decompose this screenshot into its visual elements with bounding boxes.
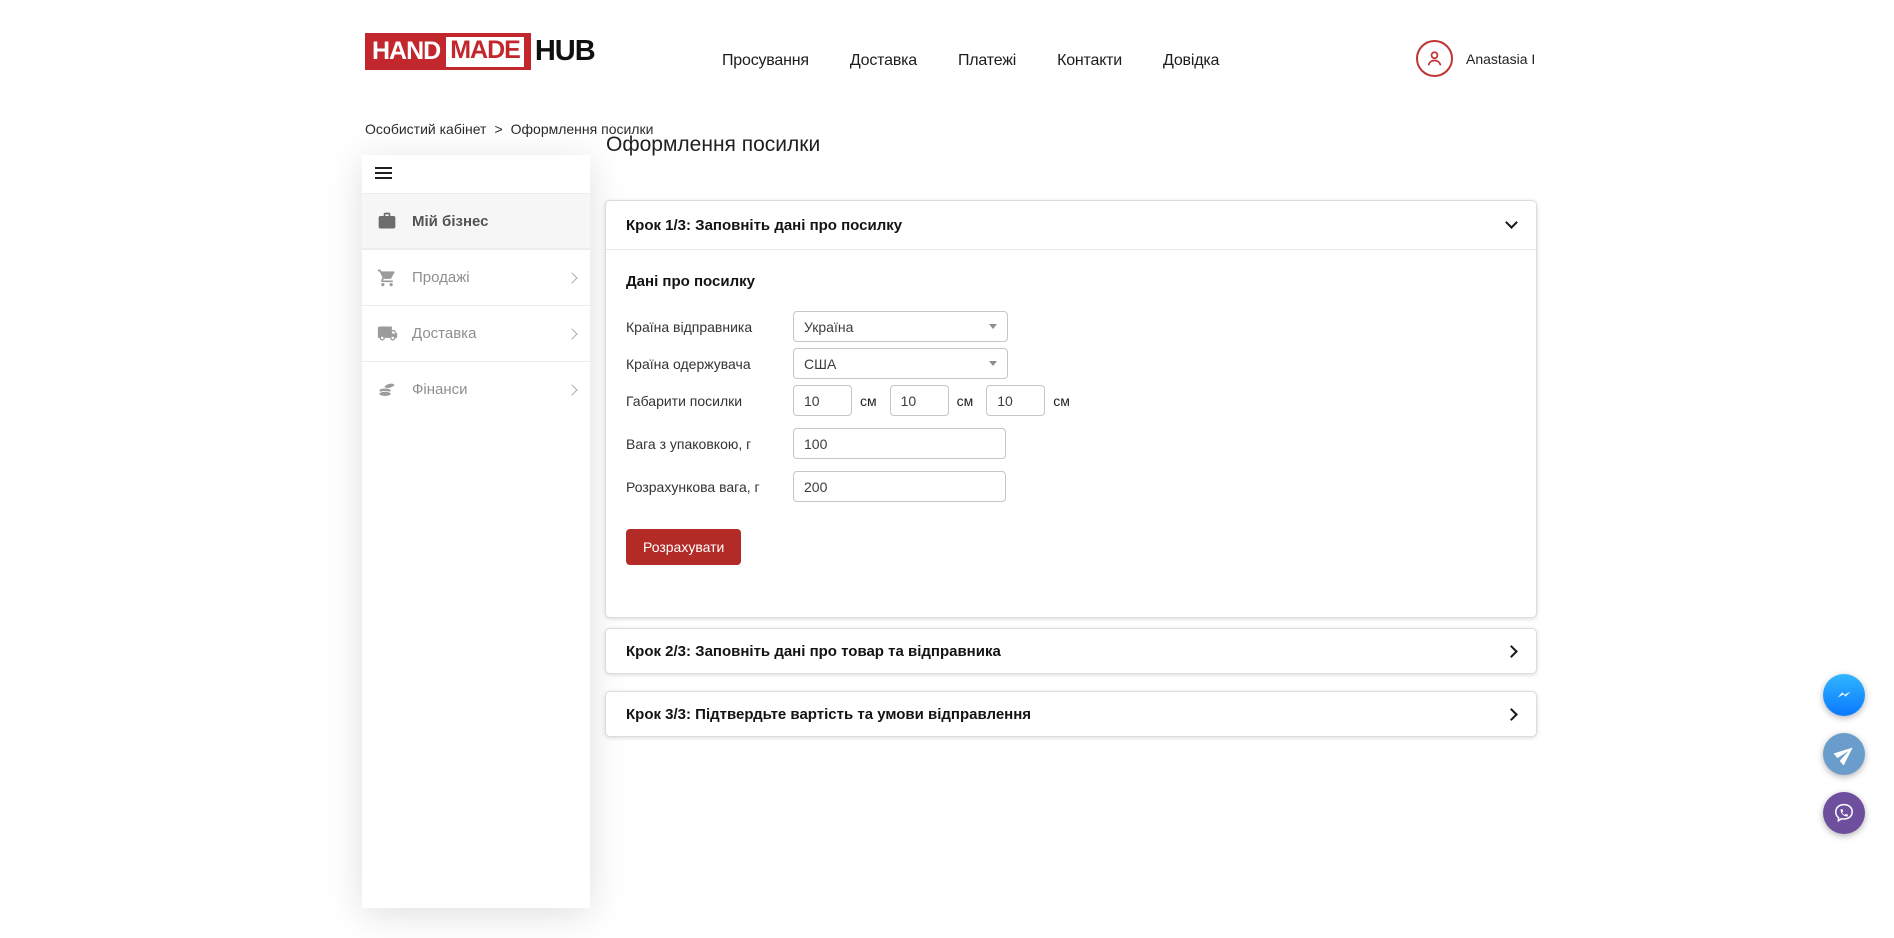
dimension-height-input[interactable] <box>986 385 1045 416</box>
sidebar-item-delivery[interactable]: Доставка <box>362 305 590 361</box>
calculated-weight-label: Розрахункова вага, г <box>626 479 793 495</box>
coins-icon <box>376 379 398 401</box>
dimensions-row: Габарити посилки см см см <box>626 385 1516 416</box>
sidebar-item-my-business[interactable]: Мій бізнес <box>362 193 590 249</box>
parcel-data-heading: Дані про посилку <box>626 273 1516 290</box>
logo-hand-text: HAND <box>372 37 440 66</box>
telegram-button[interactable] <box>1823 733 1865 775</box>
person-icon <box>1424 48 1445 69</box>
user-account[interactable]: Anastasia I <box>1416 40 1535 77</box>
packed-weight-label: Вага з упаковкою, г <box>626 436 793 452</box>
nav-item-payments[interactable]: Платежі <box>958 52 1016 70</box>
chevron-right-icon <box>566 328 577 339</box>
sender-country-label: Країна відправника <box>626 319 793 335</box>
calculate-button[interactable]: Розрахувати <box>626 529 741 565</box>
chevron-right-icon <box>566 384 577 395</box>
step1-accordion-header[interactable]: Крок 1/3: Заповніть дані про посилку <box>606 201 1536 250</box>
unit-cm: см <box>1053 393 1070 409</box>
avatar <box>1416 40 1453 77</box>
logo-made-box: MADE <box>446 37 524 67</box>
logo-hub-text: HUB <box>535 35 595 68</box>
briefcase-icon <box>376 210 398 232</box>
dimensions-label: Габарити посилки <box>626 393 793 409</box>
step3-card: Крок 3/3: Підтвердьте вартість та умови … <box>605 691 1537 737</box>
step2-accordion-header[interactable]: Крок 2/3: Заповніть дані про товар та ві… <box>606 629 1536 673</box>
recipient-country-row: Країна одержувача США <box>626 348 1516 379</box>
hamburger-menu-icon[interactable] <box>375 167 392 182</box>
chevron-right-icon <box>1505 708 1518 721</box>
dropdown-arrow-icon <box>989 361 997 366</box>
recipient-country-select[interactable]: США <box>793 348 1008 379</box>
step1-title: Крок 1/3: Заповніть дані про посилку <box>626 217 902 234</box>
breadcrumb-home[interactable]: Особистий кабінет <box>365 121 486 137</box>
dimension-width-input[interactable] <box>890 385 949 416</box>
nav-item-delivery[interactable]: Доставка <box>850 52 917 70</box>
step3-title: Крок 3/3: Підтвердьте вартість та умови … <box>626 706 1031 723</box>
calculated-weight-row: Розрахункова вага, г <box>626 471 1516 502</box>
main-nav: Просування Доставка Платежі Контакти Дов… <box>722 52 1219 70</box>
viber-button[interactable] <box>1823 792 1865 834</box>
nav-item-contacts[interactable]: Контакти <box>1057 52 1122 70</box>
sidebar-item-label: Мій бізнес <box>412 213 489 230</box>
page-title: Оформлення посилки <box>606 133 820 157</box>
sidebar-menu: Мій бізнес Продажі Доставка <box>362 193 590 417</box>
nav-item-help[interactable]: Довідка <box>1163 52 1219 70</box>
sidebar-item-label: Доставка <box>412 325 476 342</box>
chevron-down-icon <box>1505 216 1518 229</box>
messenger-icon <box>1833 684 1855 706</box>
unit-cm: см <box>860 393 877 409</box>
telegram-icon <box>1830 739 1860 769</box>
sidebar-item-sales[interactable]: Продажі <box>362 249 590 305</box>
dimension-length-input[interactable] <box>793 385 852 416</box>
sender-country-row: Країна відправника Україна <box>626 311 1516 342</box>
cart-icon <box>376 267 398 289</box>
step2-title: Крок 2/3: Заповніть дані про товар та ві… <box>626 643 1001 660</box>
viber-icon <box>1832 801 1856 825</box>
step3-accordion-header[interactable]: Крок 3/3: Підтвердьте вартість та умови … <box>606 692 1536 736</box>
recipient-country-label: Країна одержувача <box>626 356 793 372</box>
chevron-right-icon <box>1505 645 1518 658</box>
user-name: Anastasia I <box>1466 51 1535 67</box>
packed-weight-row: Вага з упаковкою, г <box>626 428 1516 459</box>
packed-weight-input[interactable] <box>793 428 1006 459</box>
sidebar-item-label: Продажі <box>412 269 470 286</box>
handmade-hub-logo[interactable]: HAND MADE HUB <box>365 33 595 70</box>
step2-card: Крок 2/3: Заповніть дані про товар та ві… <box>605 628 1537 674</box>
truck-icon <box>376 323 398 345</box>
calculated-weight-input[interactable] <box>793 471 1006 502</box>
chevron-right-icon <box>566 272 577 283</box>
step1-card: Крок 1/3: Заповніть дані про посилку Дан… <box>605 200 1537 618</box>
messenger-button[interactable] <box>1823 674 1865 716</box>
dropdown-arrow-icon <box>989 324 997 329</box>
recipient-country-value: США <box>804 356 836 372</box>
sidebar-item-finances[interactable]: Фінанси <box>362 361 590 417</box>
sidebar: Мій бізнес Продажі Доставка <box>362 155 590 908</box>
nav-item-promotion[interactable]: Просування <box>722 52 809 70</box>
sender-country-value: Україна <box>804 319 853 335</box>
step1-body: Дані про посилку Країна відправника Укра… <box>606 250 1536 588</box>
sidebar-item-label: Фінанси <box>412 381 468 398</box>
unit-cm: см <box>957 393 974 409</box>
breadcrumb-separator: > <box>494 121 502 137</box>
sender-country-select[interactable]: Україна <box>793 311 1008 342</box>
logo-red-box: HAND MADE <box>365 33 531 70</box>
